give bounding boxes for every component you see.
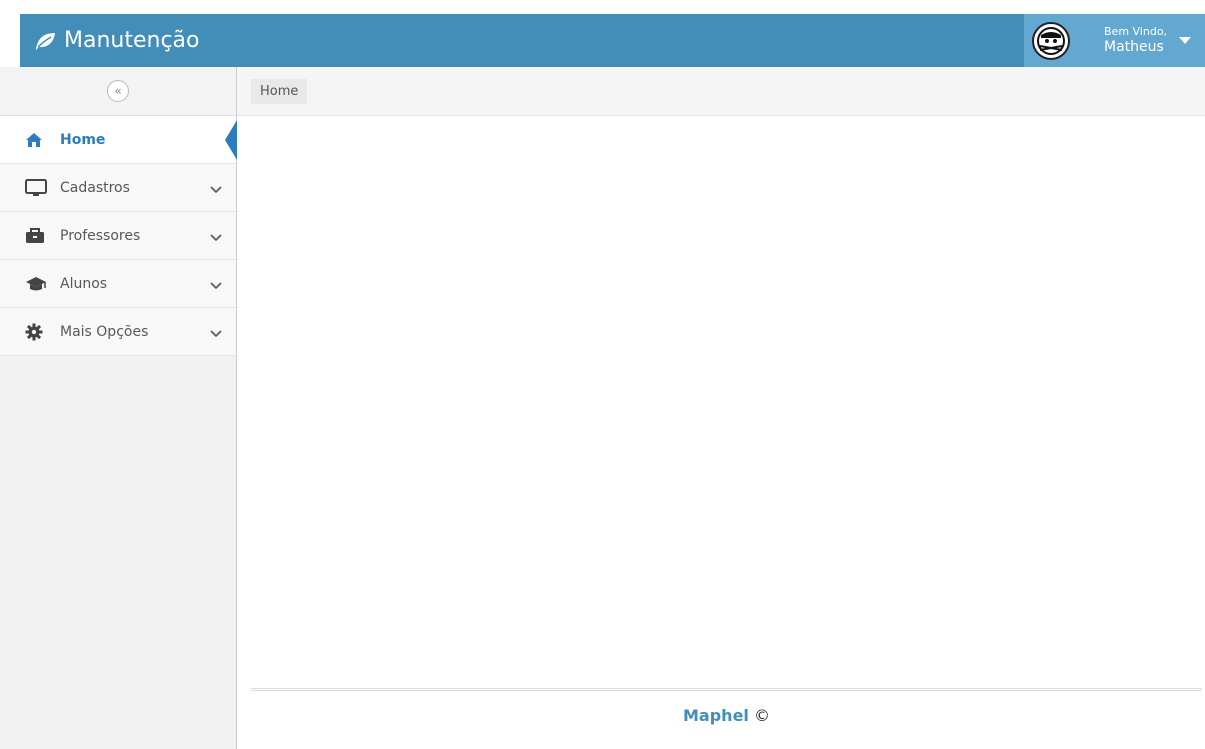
chevron-down-icon [210,326,222,342]
user-name: Matheus [1104,38,1164,55]
double-chevron-left-icon[interactable]: « [107,80,129,102]
sidebar-item-home[interactable]: Home [0,116,237,164]
sidebar: « Home Cadastros Professores Alunos Mais… [0,67,237,749]
leaf-icon [33,31,57,51]
avatar-icon [1032,21,1070,60]
sidebar-item-label: Cadastros [60,179,130,196]
gear-icon [25,323,47,341]
main-content [237,116,1205,686]
sidebar-item-label: Mais Opções [60,323,149,340]
sidebar-collapse-row: « [0,67,236,116]
graduation-cap-icon [25,275,47,293]
footer-brand: Maphel [683,706,749,725]
sidebar-item-alunos[interactable]: Alunos [0,260,236,308]
top-navbar: Manutenção Bem Vindo, Matheus [20,14,1205,67]
sidebar-item-label: Home [60,131,106,148]
app-title: Manutenção [64,28,200,53]
sidebar-item-mais-opcoes[interactable]: Mais Opções [0,308,236,356]
briefcase-icon [25,227,47,245]
chevron-down-icon [210,230,222,246]
welcome-text: Bem Vindo, Matheus [1104,25,1168,55]
copyright-symbol: © [748,706,770,725]
sidebar-item-label: Alunos [60,275,108,292]
welcome-greeting: Bem Vindo, [1104,25,1168,39]
user-menu[interactable]: Bem Vindo, Matheus [1024,14,1205,67]
sidebar-item-cadastros[interactable]: Cadastros [0,164,236,212]
breadcrumb: Home [237,67,1205,116]
sidebar-item-professores[interactable]: Professores [0,212,236,260]
footer-divider [251,688,1202,691]
footer: Maphel © [251,706,1202,725]
sidebar-item-label: Professores [60,227,141,244]
chevron-down-icon [210,182,222,198]
brand[interactable]: Manutenção [20,14,200,67]
home-icon [25,131,47,149]
breadcrumb-item-home[interactable]: Home [251,78,308,104]
chevron-down-icon [210,278,222,294]
desktop-icon [25,178,47,197]
caret-down-icon[interactable] [1179,37,1192,44]
